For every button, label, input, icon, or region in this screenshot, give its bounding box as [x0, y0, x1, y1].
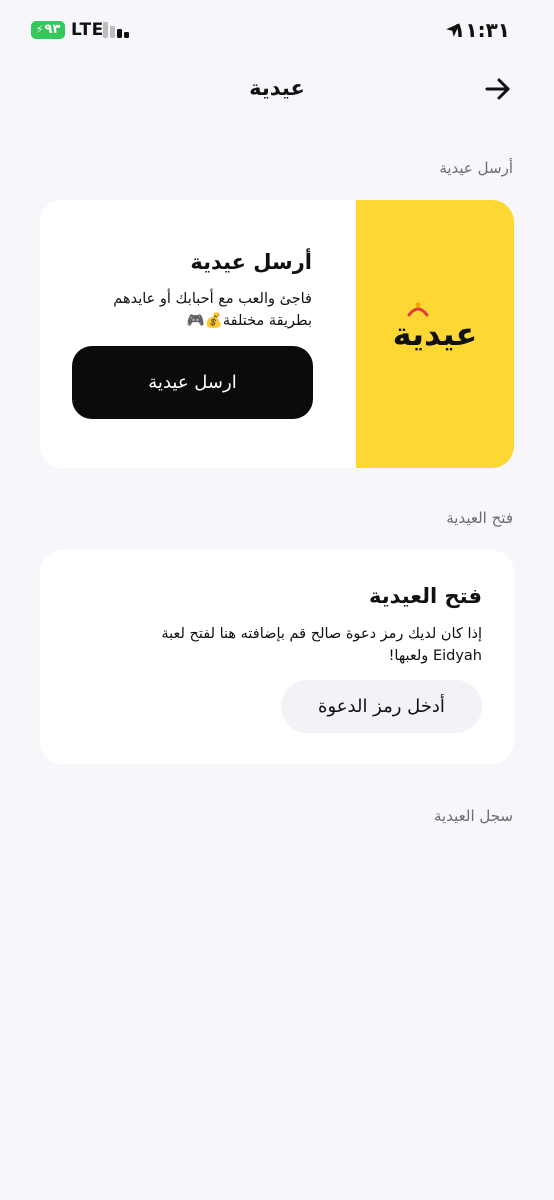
page-title: عيدية	[249, 76, 305, 100]
enter-invite-code-button[interactable]: أدخل رمز الدعوة	[281, 680, 482, 733]
send-eidyah-button[interactable]: ارسل عيدية	[72, 346, 313, 419]
open-eidyah-card: فتح العيدية إذا كان لديك رمز دعوة صالح ق…	[40, 550, 514, 764]
battery-indicator: ⚡ ٩٣	[31, 21, 65, 39]
signal-strength-icon	[103, 22, 129, 38]
send-card-title: أرسل عيدية	[190, 250, 312, 274]
send-eidyah-card: عيدية أرسل عيدية فاجئ والعب مع أحبابك أو…	[40, 200, 514, 468]
battery-level: ٩٣	[44, 22, 61, 37]
back-button[interactable]	[478, 73, 518, 105]
network-type: LTE	[71, 20, 104, 40]
arrow-right-icon	[485, 78, 510, 100]
open-card-desc-line1: إذا كان لديك رمز دعوة صالح قم بإضافته هن…	[161, 626, 482, 642]
send-section-label: أرسل عيدية	[439, 159, 513, 177]
status-time: ١١:٣١	[453, 18, 510, 42]
screen: ⚡ ٩٣ LTE ١١:٣١ عيدية أرسل عيدية عيدية أر…	[0, 0, 554, 1200]
status-bar: ⚡ ٩٣ LTE ١١:٣١	[0, 0, 554, 62]
logo-sparkle-icon	[407, 302, 429, 317]
open-card-title: فتح العيدية	[368, 584, 482, 608]
open-section-label: فتح العيدية	[446, 509, 513, 527]
charging-bolt-icon: ⚡	[35, 23, 44, 36]
eidyah-logo-panel: عيدية	[356, 200, 514, 468]
send-card-desc-line2: بطريقة مختلفة💰🎮	[186, 313, 312, 329]
open-card-desc-line2: Eidyah ولعبها!	[388, 648, 482, 664]
eidyah-logo: عيدية	[393, 302, 478, 353]
send-card-desc-line1: فاجئ والعب مع أحبابك أو عايدهم	[113, 291, 312, 307]
history-section-label: سجل العيدية	[434, 807, 513, 825]
